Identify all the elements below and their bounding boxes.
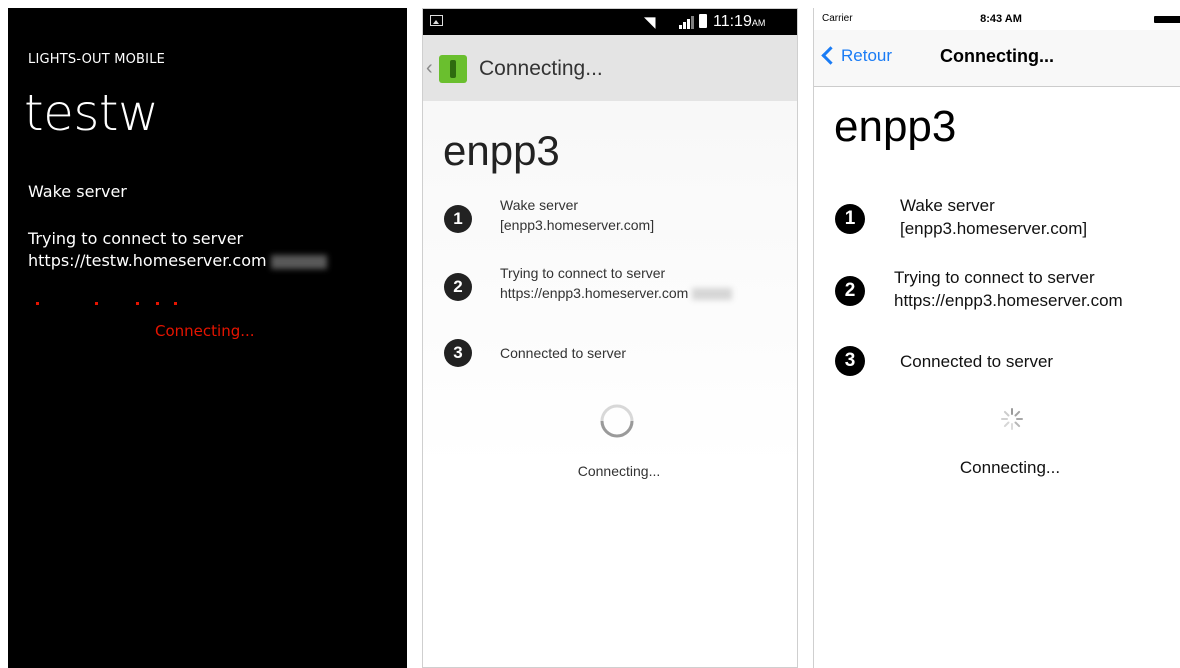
ios-screen: Carrier 8:43 AM Retour Connecting... enp… (813, 8, 1180, 668)
step-label: Connected to server (900, 352, 1054, 371)
step-number-1: 1 (835, 204, 865, 234)
step-connect-url: https://testw.homeserver.com (28, 250, 327, 272)
step-number-2: 2 (444, 273, 472, 301)
android-screen: ◥ 11:19AM ‹ Connecting... enpp3 1 Wake s… (422, 8, 798, 668)
loading-spinner-icon (600, 404, 634, 438)
navigation-bar: Retour Connecting... (814, 30, 1180, 87)
activity-indicator-icon (1001, 408, 1023, 430)
battery-icon (699, 14, 707, 28)
step-label: Trying to connect to server (894, 268, 1095, 287)
clock: 8:43 AM (980, 13, 1022, 25)
chevron-left-icon (821, 46, 840, 65)
image-icon (430, 15, 443, 26)
status-bar: ◥ 11:19AM (423, 9, 797, 35)
action-bar-title: Connecting... (479, 57, 603, 80)
step-label: Wake server (900, 196, 995, 215)
connecting-status: Connecting... (959, 458, 1061, 477)
step-wake-server: Wake server [enpp3.homeserver.com] (500, 195, 654, 235)
step-connect-server: Trying to connect to server https://enpp… (894, 266, 1123, 312)
action-bar: ‹ Connecting... (423, 35, 797, 101)
server-title: enpp3 (834, 102, 957, 151)
step-connect-label: Trying to connect to server (28, 229, 244, 248)
windows-phone-screen: LIGHTS-OUT MOBILE testw Wake server Tryi… (8, 8, 407, 668)
back-caret-icon[interactable]: ‹ (426, 57, 433, 80)
server-title: testw (24, 84, 159, 142)
nav-title: Connecting... (940, 46, 1054, 66)
wifi-icon: ◥ (644, 14, 656, 31)
step-detail: https://enpp3.homeserver.com (894, 291, 1123, 310)
app-icon[interactable] (439, 55, 467, 83)
redacted-port (692, 288, 733, 301)
progress-dot (156, 302, 159, 305)
progress-dot (174, 302, 177, 305)
progress-dot (136, 302, 139, 305)
app-name: LIGHTS-OUT MOBILE (28, 52, 166, 67)
connecting-status: Connecting... (577, 463, 661, 479)
progress-dots (8, 302, 407, 308)
status-bar: Carrier 8:43 AM (814, 8, 1180, 30)
step-number-1: 1 (444, 205, 472, 233)
step-detail: [enpp3.homeserver.com] (500, 217, 655, 233)
step-number-2: 2 (835, 276, 865, 306)
server-title: enpp3 (443, 127, 560, 174)
step-wake-server: Wake server [enpp3.homeserver.com] (900, 194, 1087, 240)
step-wake-server: Wake server (28, 182, 127, 201)
progress-dot (95, 302, 98, 305)
connecting-status: Connecting... (155, 322, 255, 340)
step-connect-server: Trying to connect to server https://test… (28, 228, 327, 272)
step-connect-server: Trying to connect to server https://enpp… (500, 263, 733, 303)
step-number-3: 3 (835, 346, 865, 376)
step-number-3: 3 (444, 339, 472, 367)
step-detail: [enpp3.homeserver.com] (900, 219, 1088, 238)
progress-dot (36, 302, 39, 305)
redacted-port (270, 254, 327, 269)
step-detail: https://enpp3.homeserver.com (500, 283, 733, 303)
back-button[interactable]: Retour (821, 46, 892, 66)
clock: 11:19AM (713, 13, 766, 30)
signal-icon (679, 16, 694, 29)
step-connected: Connected to server (500, 343, 626, 363)
step-label: Wake server (500, 197, 579, 213)
step-label: Connected to server (500, 345, 627, 361)
step-label: Trying to connect to server (500, 265, 666, 281)
battery-icon (1154, 16, 1180, 23)
step-connected: Connected to server (900, 350, 1053, 373)
